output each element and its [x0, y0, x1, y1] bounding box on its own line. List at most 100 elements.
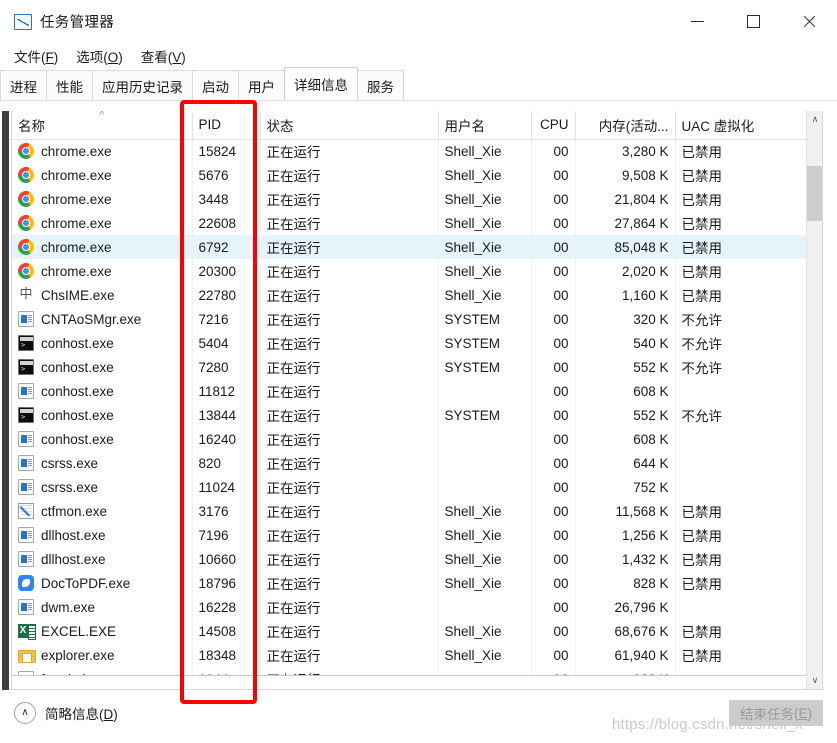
table-row[interactable]: chrome.exe 6792 正在运行 Shell_Xie 00 85,048 K 已禁用 [12, 235, 809, 259]
window-icon [18, 311, 34, 327]
cell-status: 正在运行 [260, 619, 439, 643]
cell-cpu: 00 [531, 499, 576, 523]
tab-processes[interactable]: 进程 [0, 70, 47, 100]
cell-status: 正在运行 [260, 307, 439, 331]
tab-services[interactable]: 服务 [357, 70, 404, 100]
column-header-username[interactable]: 用户名 [438, 111, 532, 140]
table-row[interactable]: chrome.exe 3448 正在运行 Shell_Xie 00 21,804 K 已禁用 [12, 187, 809, 211]
folder-icon [18, 647, 36, 663]
cell-memory: 552 K [575, 355, 676, 379]
table-row[interactable]: DocToPDF.exe 18796 正在运行 Shell_Xie 00 828 K 已禁用 [12, 571, 809, 595]
table-row[interactable]: conhost.exe 16240 正在运行 00 608 K [12, 427, 809, 451]
cell-status: 正在运行 [260, 451, 439, 475]
window-controls [669, 0, 837, 43]
table-row[interactable]: dwm.exe 16228 正在运行 00 26,796 K [12, 595, 809, 619]
table-row[interactable]: conhost.exe 5404正在运行SYSTEM00540 K不允许 [12, 331, 809, 355]
menu-item-view[interactable]: 查看(V) [141, 46, 186, 66]
cell-pid: 16240 [192, 427, 261, 451]
scroll-down-button[interactable]: ∨ [807, 672, 822, 689]
table-row[interactable]: chrome.exe 15824 正在运行 Shell_Xie 00 3,280 K 已禁用 [12, 139, 809, 163]
cell-uac [675, 451, 809, 475]
minimize-button[interactable] [669, 0, 725, 43]
table-row[interactable]: csrss.exe 820 正在运行 00 644 K [12, 451, 809, 475]
cell-name: dllhost.exe [12, 547, 193, 571]
cell-status: 正在运行 [260, 499, 439, 523]
menu-item-file[interactable]: 文件(F) [14, 46, 58, 66]
cell-memory: 644 K [575, 451, 676, 475]
vertical-scrollbar[interactable]: ∧ ∨ [806, 111, 822, 689]
table-row[interactable]: conhost.exe 7280正在运行SYSTEM00552 K不允许 [12, 355, 809, 379]
scroll-up-button[interactable]: ∧ [807, 111, 822, 128]
cell-pid: 6792 [192, 235, 261, 259]
window-icon [18, 431, 34, 447]
table-row[interactable]: chrome.exe 22608 正在运行 Shell_Xie 00 27,864 K 已禁… [12, 211, 809, 235]
table-row[interactable]: dllhost.exe 7196 正在运行 Shell_Xie 00 1,256 K 已禁用 [12, 523, 809, 547]
table-row[interactable]: ChsIME.exe 22780正在运行Shell_Xie001,160 K已禁用 [12, 283, 809, 307]
cell-status: 正在运行 [260, 139, 439, 163]
column-header-memory[interactable]: 内存(活动... [575, 111, 676, 140]
table-row[interactable]: explorer.exe 18348 正在运行 Shell_Xie 00 61,940 K… [12, 643, 809, 667]
cell-uac: 已禁用 [675, 547, 809, 571]
fewer-details-text: 简略信息 [45, 707, 99, 722]
window-title: 任务管理器 [40, 15, 114, 31]
column-header-pid[interactable]: PID [192, 111, 261, 140]
table-row[interactable]: conhost.exe 13844正在运行SYSTEM00552 K不允许 [12, 403, 809, 427]
cell-name: ctfmon.exe [12, 499, 193, 523]
close-button[interactable] [781, 0, 837, 43]
cell-status: 正在运行 [260, 211, 439, 235]
cell-uac: 已禁用 [675, 235, 809, 259]
table-row[interactable]: CNTAoSMgr.exe 7216 正在运行 SYSTEM 00 320 K 不允许 [12, 307, 809, 331]
maximize-button[interactable] [725, 0, 781, 43]
cell-username: Shell_Xie [438, 547, 532, 571]
cell-pid: 7216 [192, 307, 261, 331]
cell-uac: 已禁用 [675, 211, 809, 235]
cell-status: 正在运行 [260, 475, 439, 499]
chevron-up-icon: ∧ [14, 702, 36, 724]
tab-users[interactable]: 用户 [238, 70, 285, 100]
cell-uac [675, 595, 809, 619]
cell-memory: 27,864 K [575, 211, 676, 235]
table-row[interactable]: csrss.exe 11024 正在运行 00 752 K [12, 475, 809, 499]
column-header-uac[interactable]: UAC 虚拟化 [675, 111, 809, 140]
table-row[interactable]: conhost.exe 11812 正在运行 00 608 K [12, 379, 809, 403]
tab-performance[interactable]: 性能 [46, 70, 93, 100]
column-header-cpu[interactable]: CPU [531, 111, 576, 140]
cell-pid: 3176 [192, 499, 261, 523]
task-manager-icon [14, 13, 32, 30]
tab-app-history[interactable]: 应用历史记录 [92, 70, 193, 100]
task-manager-window: 任务管理器 文件(F) 选项(O) 查看(V) 进程 性能 应用历史记录 启动 … [0, 0, 837, 743]
tab-details[interactable]: 详细信息 [284, 67, 358, 100]
scrollbar-thumb[interactable] [807, 166, 822, 221]
table-row[interactable]: dllhost.exe 10660 正在运行 Shell_Xie 00 1,432 K 已禁… [12, 547, 809, 571]
cell-memory: 752 K [575, 475, 676, 499]
cell-name: chrome.exe [12, 259, 193, 283]
cell-pid: 18796 [192, 571, 261, 595]
menu-bar: 文件(F) 选项(O) 查看(V) [0, 43, 837, 68]
cell-memory: 3,280 K [575, 139, 676, 163]
cell-memory: 1,256 K [575, 523, 676, 547]
menu-item-options[interactable]: 选项(O) [76, 46, 123, 66]
cell-memory: 608 K [575, 379, 676, 403]
column-header-name[interactable]: ^ 名称 [12, 111, 193, 140]
fewer-details-button[interactable]: ∧ 简略信息(D) [14, 702, 118, 724]
table-row[interactable]: chrome.exe 5676 正在运行 Shell_Xie 00 9,508 K 已禁用 [12, 163, 809, 187]
process-name: chrome.exe [41, 191, 112, 207]
tab-startup[interactable]: 启动 [192, 70, 239, 100]
column-header-status[interactable]: 状态 [260, 111, 439, 140]
table-row[interactable]: EXCEL.EXE 14508正在运行Shell_Xie0068,676 K已禁用 [12, 619, 809, 643]
cell-pid: 11812 [192, 379, 261, 403]
menu-item-file-label: 文件 [14, 49, 41, 65]
process-name: DocToPDF.exe [41, 575, 131, 591]
cell-username: Shell_Xie [438, 571, 532, 595]
cell-username: Shell_Xie [438, 259, 532, 283]
bottom-bar: ∧ 简略信息(D) 结束任务(E) [0, 690, 837, 743]
cell-cpu: 00 [531, 259, 576, 283]
cell-uac: 已禁用 [675, 283, 809, 307]
end-task-button[interactable]: 结束任务(E) [728, 700, 823, 726]
table-row[interactable]: chrome.exe 20300 正在运行 Shell_Xie 00 2,020 K 已禁用 [12, 259, 809, 283]
cell-status: 正在运行 [260, 379, 439, 403]
cell-name: dwm.exe [12, 595, 193, 619]
table-row[interactable]: ctfmon.exe 3176 正在运行 Shell_Xie 00 11,568 K 已禁用 [12, 499, 809, 523]
process-name: csrss.exe [41, 479, 99, 495]
cell-uac: 不允许 [675, 403, 809, 427]
